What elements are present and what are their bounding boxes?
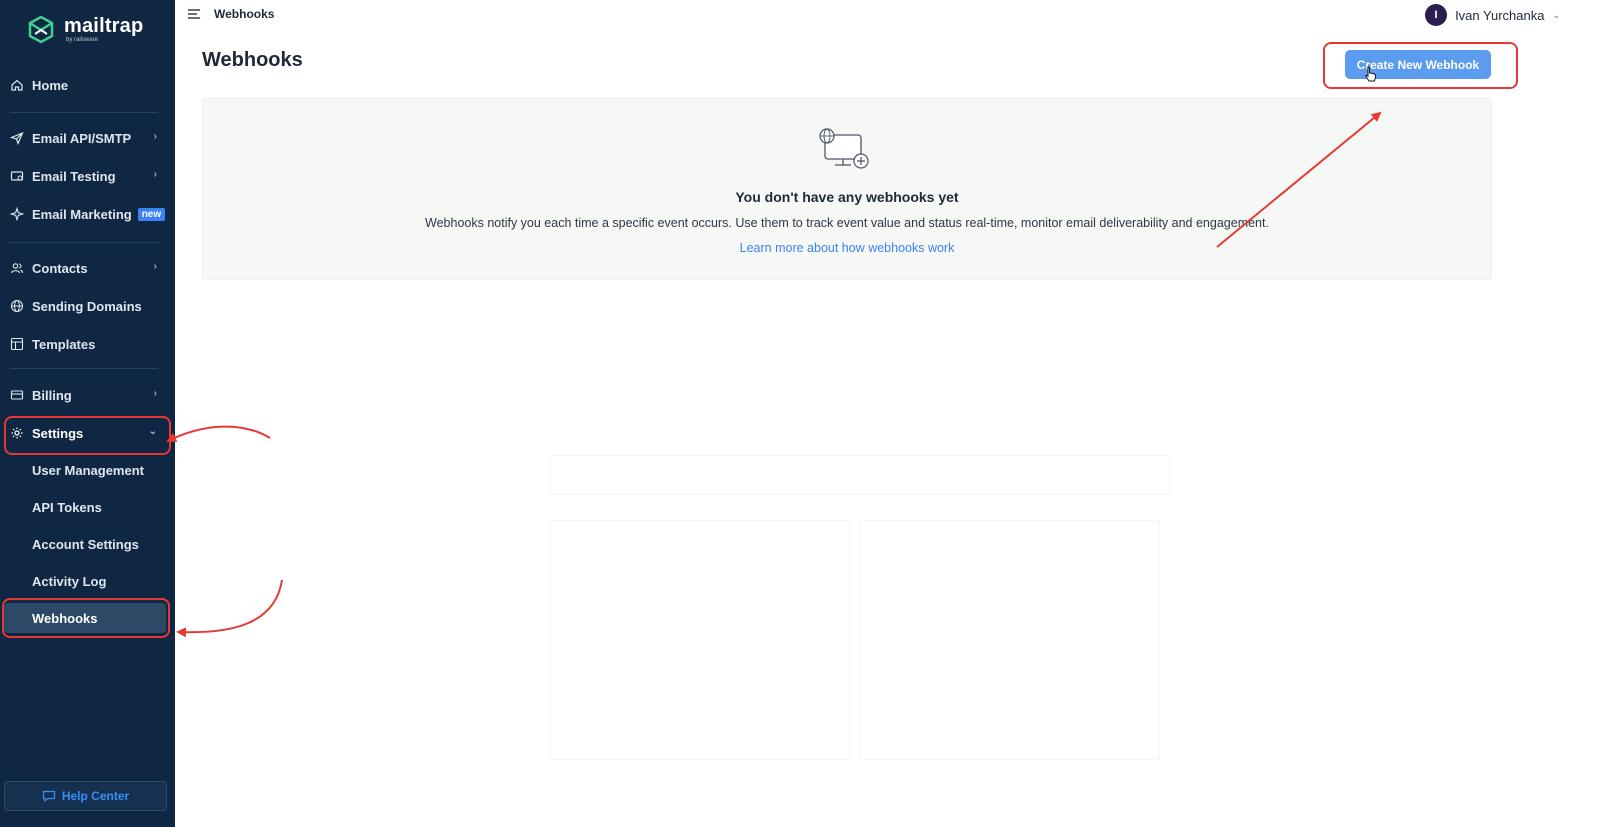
sidebar-divider [10, 112, 158, 113]
sidebar-item-home[interactable]: Home [0, 70, 175, 100]
top-bar: Webhooks I Ivan Yurchanka ⌄ [175, 0, 1600, 28]
arrow-to-webhooks [176, 579, 283, 638]
avatar: I [1425, 4, 1448, 26]
webhook-illustration-icon [819, 128, 869, 169]
inbox-icon [10, 169, 24, 183]
empty-state-title: You don't have any webhooks yet [735, 189, 959, 205]
sidebar-subitem-user-management[interactable]: User Management [0, 455, 175, 485]
user-menu[interactable]: I Ivan Yurchanka ⌄ [1425, 4, 1560, 26]
sidebar-item-billing[interactable]: Billing › [0, 380, 175, 410]
sidebar-item-label: Email Testing [32, 168, 116, 184]
send-icon [10, 131, 24, 145]
arrow-to-settings [166, 425, 271, 442]
sidebar-item-label: Sending Domains [32, 298, 142, 314]
chevron-right-icon: › [153, 388, 157, 399]
sidebar-item-email-api-smtp[interactable]: Email API/SMTP › [0, 123, 175, 153]
new-badge: new [137, 207, 166, 221]
help-center-button[interactable]: Help Center [4, 781, 167, 811]
highlight-create-button [1323, 42, 1518, 89]
page-title: Webhooks [202, 49, 303, 71]
chevron-right-icon: › [153, 261, 157, 272]
users-icon [10, 261, 24, 275]
chat-icon [42, 790, 55, 802]
globe-icon [10, 299, 24, 313]
learn-more-link[interactable]: Learn more about how webhooks work [203, 241, 1491, 255]
user-name: Ivan Yurchanka [1455, 7, 1545, 23]
sparkle-icon [10, 207, 24, 221]
card-icon [10, 388, 24, 402]
sidebar: mailtrap by railsware Home Email API/SMT… [0, 0, 175, 827]
faint-background-panel [860, 520, 1160, 760]
logo[interactable]: mailtrap by railsware [26, 12, 143, 46]
chevron-right-icon: › [153, 131, 157, 142]
empty-state-description: Webhooks notify you each time a specific… [425, 216, 1269, 230]
sidebar-subitem-label: API Tokens [32, 499, 102, 515]
mailtrap-logo-icon [28, 15, 54, 44]
template-icon [10, 337, 24, 351]
home-icon [10, 78, 24, 92]
brand-name: mailtrap [64, 14, 144, 37]
sidebar-divider [10, 368, 158, 369]
sidebar-item-email-marketing[interactable]: Email Marketing new [0, 199, 175, 229]
sidebar-subitem-label: Account Settings [32, 536, 139, 552]
highlight-webhooks [2, 598, 170, 638]
help-center-label: Help Center [61, 789, 130, 803]
breadcrumb: Webhooks [214, 7, 275, 21]
sidebar-item-label: Billing [32, 387, 72, 403]
sidebar-item-contacts[interactable]: Contacts › [0, 253, 175, 283]
menu-icon[interactable] [187, 7, 201, 21]
brand-sub: by railsware [66, 36, 99, 43]
highlight-settings [4, 416, 171, 455]
pointer-cursor-icon [1365, 66, 1377, 82]
sidebar-subitem-label: User Management [32, 462, 144, 478]
sidebar-subitem-api-tokens[interactable]: API Tokens [0, 492, 175, 522]
faint-background-panel [550, 520, 850, 760]
sidebar-item-email-testing[interactable]: Email Testing › [0, 161, 175, 191]
sidebar-item-label: Home [32, 77, 69, 93]
empty-state-card: You don't have any webhooks yet Webhooks… [202, 98, 1492, 280]
sidebar-item-label: Templates [32, 336, 96, 352]
sidebar-subitem-activity-log[interactable]: Activity Log [0, 566, 175, 596]
sidebar-divider [10, 242, 158, 243]
sidebar-subitem-account-settings[interactable]: Account Settings [0, 529, 175, 559]
sidebar-item-label: Contacts [32, 260, 88, 276]
chevron-right-icon: › [153, 169, 157, 180]
faint-background-panel [550, 455, 1170, 495]
sidebar-item-label: Email Marketing [32, 206, 132, 222]
sidebar-item-templates[interactable]: Templates [0, 329, 175, 359]
chevron-down-icon: ⌄ [1552, 9, 1560, 20]
sidebar-subitem-label: Activity Log [32, 573, 107, 589]
sidebar-item-label: Email API/SMTP [32, 130, 132, 146]
sidebar-item-sending-domains[interactable]: Sending Domains [0, 291, 175, 321]
